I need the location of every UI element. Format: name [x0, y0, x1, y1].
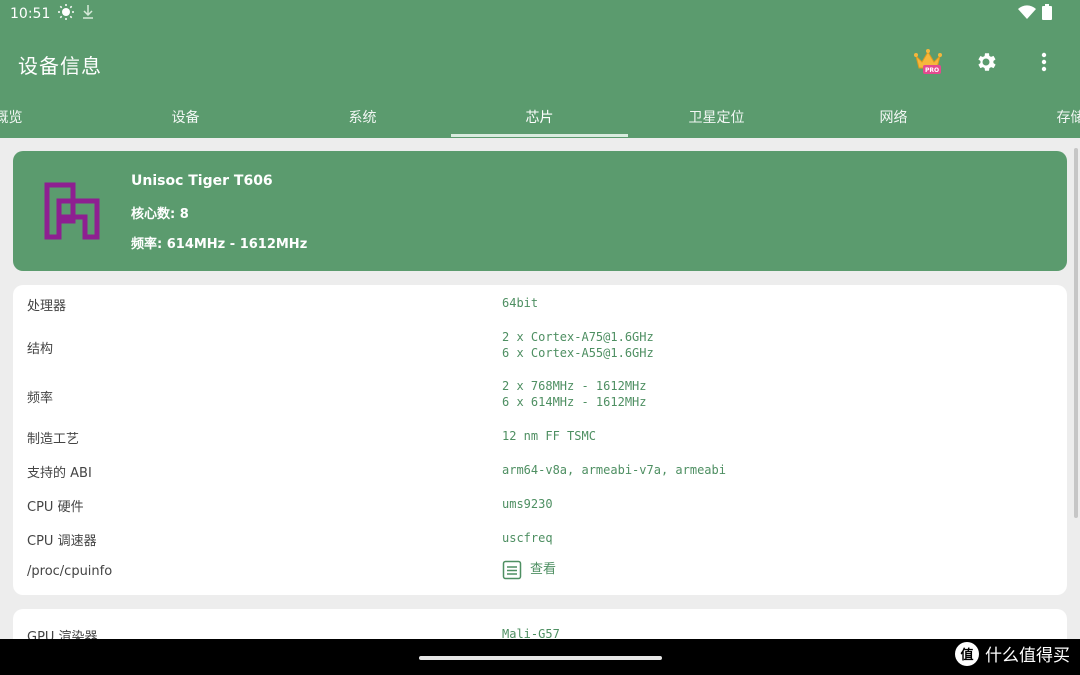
- row-label: 处理器: [27, 299, 67, 314]
- watermark: 值 什么值得买: [955, 641, 1070, 666]
- cpu-info-card: 处理器 64bit 结构 2 x Cortex-A75@1.6GHz 6 x C…: [13, 285, 1067, 595]
- row-label: 支持的 ABI: [27, 466, 92, 481]
- active-tab-indicator: [451, 134, 628, 137]
- value-line: 2 x 768MHz - 1612MHz: [502, 379, 647, 393]
- tab-system[interactable]: 系统: [274, 98, 451, 138]
- row-label: CPU 硬件: [27, 500, 84, 515]
- row-label: 频率: [27, 391, 54, 406]
- status-bar: 10:51: [0, 0, 1080, 28]
- row-value: uscfreq: [502, 531, 553, 545]
- row-value: arm64-v8a, armeabi-v7a, armeabi: [502, 463, 726, 477]
- wifi-icon: [1018, 5, 1036, 23]
- value-line: 2 x Cortex-A75@1.6GHz: [502, 330, 654, 344]
- row-value: Mali-G57: [502, 627, 560, 639]
- value-line: 6 x Cortex-A55@1.6GHz: [502, 346, 654, 360]
- row-label: CPU 调速器: [27, 534, 97, 549]
- system-nav-bar: 值 什么值得买: [0, 639, 1080, 675]
- crown-pro-icon[interactable]: PRO: [912, 46, 944, 78]
- tab-overview[interactable]: 概览: [0, 98, 97, 138]
- row-label: /proc/cpuinfo: [27, 564, 113, 579]
- chip-summary-card: Unisoc Tiger T606 核心数: 8 频率: 614MHz - 16…: [13, 151, 1067, 271]
- row-label: 制造工艺: [27, 432, 80, 447]
- status-time: 10:51: [10, 6, 51, 22]
- download-icon: [82, 4, 94, 24]
- chip-frequency: 频率: 614MHz - 1612MHz: [131, 237, 308, 252]
- tab-gnss[interactable]: 卫星定位: [628, 98, 805, 138]
- pro-badge-text: PRO: [925, 67, 939, 74]
- tab-storage[interactable]: 存储: [982, 98, 1080, 138]
- view-link-label: 查看: [530, 562, 557, 577]
- value-line: 6 x 614MHz - 1612MHz: [502, 395, 647, 409]
- row-value: 12 nm FF TSMC: [502, 429, 596, 443]
- row-value: 2 x Cortex-A75@1.6GHz 6 x Cortex-A55@1.6…: [502, 329, 654, 361]
- tab-chip[interactable]: 芯片: [451, 98, 628, 138]
- row-value: 2 x 768MHz - 1612MHz 6 x 614MHz - 1612MH…: [502, 378, 647, 410]
- watermark-badge: 值: [955, 641, 979, 666]
- gpu-info-card: GPU 渲染器 Mali-G57: [13, 609, 1067, 639]
- brightness-icon: [58, 4, 75, 24]
- chip-cores: 核心数: 8: [131, 207, 189, 222]
- more-vert-icon[interactable]: [1028, 46, 1060, 78]
- content-area[interactable]: Unisoc Tiger T606 核心数: 8 频率: 614MHz - 16…: [0, 138, 1080, 639]
- row-value: 64bit: [502, 296, 539, 310]
- list-doc-icon: [502, 560, 522, 580]
- watermark-text: 什么值得买: [985, 646, 1070, 666]
- home-gesture-handle[interactable]: [419, 656, 662, 660]
- tab-device[interactable]: 设备: [97, 98, 274, 138]
- unisoc-logo-icon: [43, 181, 101, 241]
- row-label: 结构: [27, 342, 54, 357]
- view-cpuinfo-link[interactable]: 查看: [502, 560, 556, 580]
- tab-bar: 概览 设备 系统 芯片 卫星定位 网络 存储: [0, 98, 1080, 138]
- page-title: 设备信息: [18, 54, 102, 78]
- scrollbar[interactable]: [1074, 148, 1078, 518]
- app-toolbar: 设备信息 PRO: [0, 28, 1080, 98]
- battery-icon: [1042, 4, 1052, 24]
- tab-network[interactable]: 网络: [805, 98, 982, 138]
- chip-name: Unisoc Tiger T606: [131, 173, 273, 189]
- row-value: ums9230: [502, 497, 553, 511]
- row-label: GPU 渲染器: [27, 630, 98, 639]
- gear-icon[interactable]: [970, 46, 1002, 78]
